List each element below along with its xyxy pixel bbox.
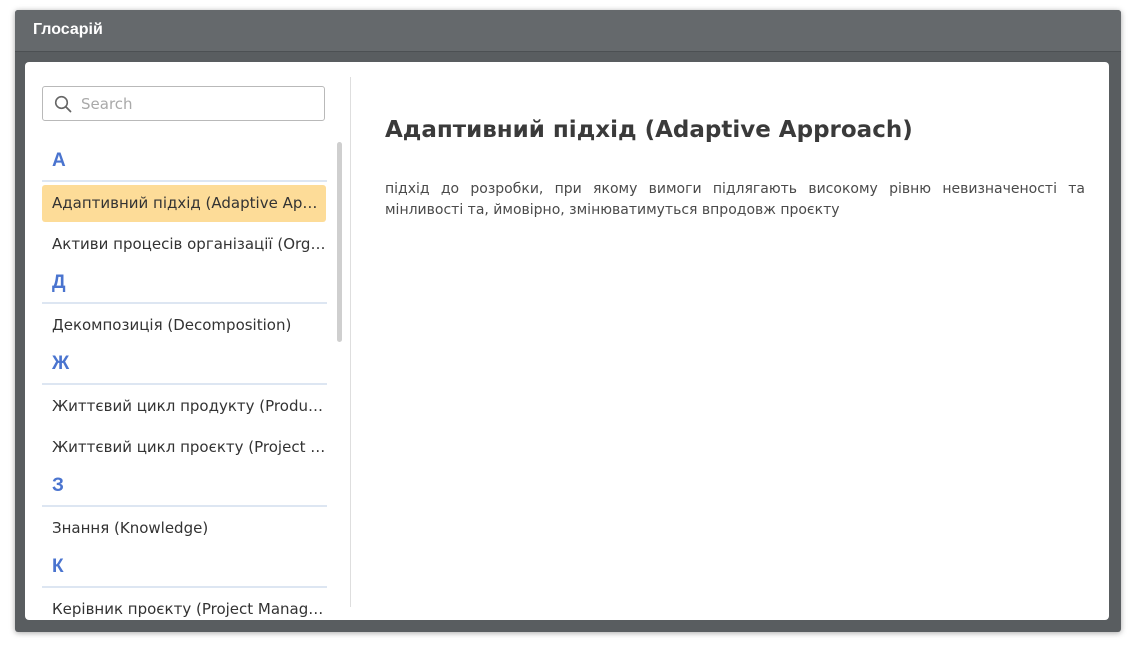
letter-label: Д: [52, 272, 66, 293]
letter-header: Д: [42, 267, 327, 307]
search-box[interactable]: [42, 86, 325, 121]
glossary-term-item[interactable]: Життєвий цикл проєкту (Project Life Cycl…: [42, 429, 326, 470]
glossary-term-item[interactable]: Декомпозиція (Decomposition): [42, 307, 326, 348]
term-title: Адаптивний підхід (Adaptive Approach): [385, 117, 913, 143]
letter-label: А: [52, 150, 66, 171]
letter-header: А: [42, 145, 327, 185]
glossary-window: Глосарій А Адаптивний підхід (Adaptive Ap…: [15, 10, 1121, 632]
letter-label: Ж: [52, 353, 70, 374]
term-list: А Адаптивний підхід (Adaptive Approach) Ак…: [42, 145, 327, 620]
title-bar: Глосарій: [15, 10, 1121, 52]
term-definition: підхід до розробки, при якому вимоги під…: [385, 181, 1085, 218]
glossary-term-item[interactable]: Життєвий цикл продукту (Product Life Cyc…: [42, 388, 326, 429]
letter-header: Ж: [42, 348, 327, 388]
search-icon: [54, 95, 72, 113]
search-input[interactable]: [81, 87, 316, 120]
window-title: Глосарій: [33, 21, 103, 38]
content-panel: А Адаптивний підхід (Adaptive Approach) Ак…: [25, 62, 1109, 620]
letter-label: К: [52, 556, 64, 577]
glossary-term-item[interactable]: Активи процесів організації (Organizatio…: [42, 226, 326, 267]
letter-label: З: [52, 475, 64, 496]
scrollbar-thumb[interactable]: [337, 142, 342, 342]
letter-header: К: [42, 551, 327, 591]
glossary-term-item[interactable]: Адаптивний підхід (Adaptive Approach): [42, 185, 326, 222]
glossary-sidebar: А Адаптивний підхід (Adaptive Approach) Ак…: [25, 62, 351, 620]
glossary-term-item[interactable]: Керівник проєкту (Project Manager): [42, 591, 326, 620]
letter-header: З: [42, 470, 327, 510]
glossary-term-item[interactable]: Знання (Knowledge): [42, 510, 326, 551]
panel-divider: [350, 77, 351, 607]
